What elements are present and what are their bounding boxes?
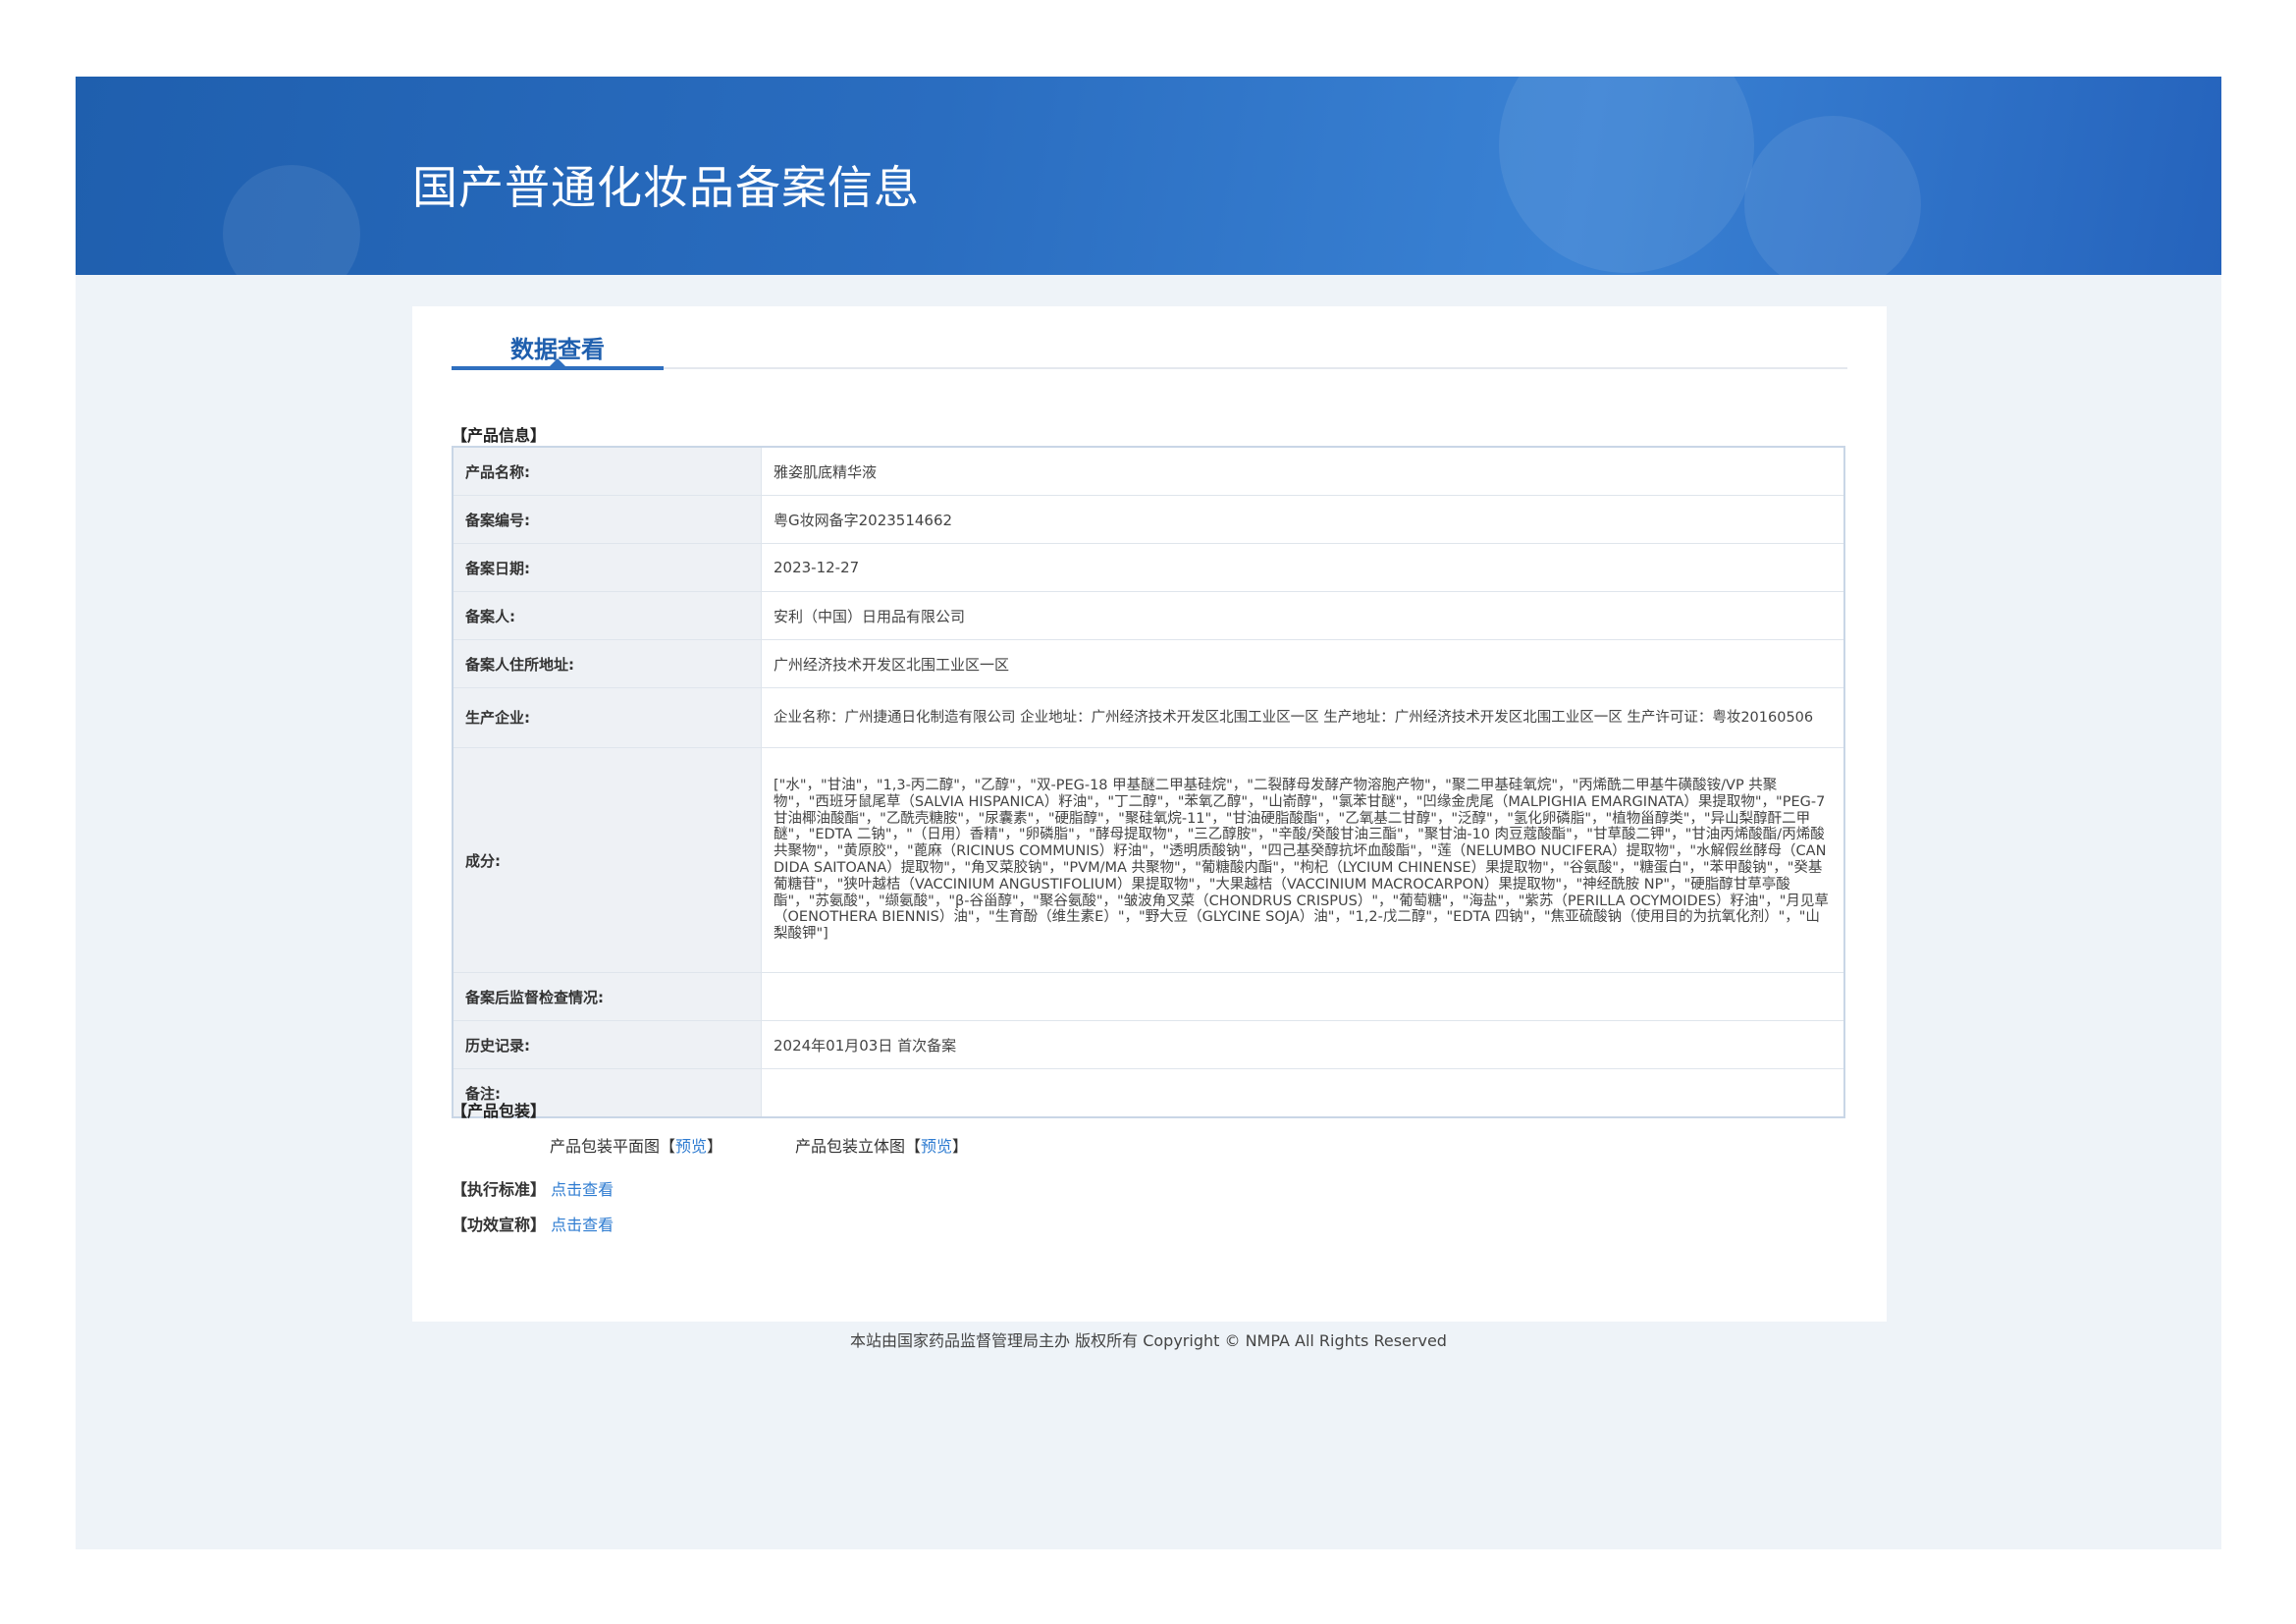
history-value: 2024年01月03日 首次备案 (761, 1020, 1845, 1069)
filing-number-value: 粤G妆网备字2023514662 (761, 495, 1845, 544)
bracket-open: 【 (660, 1137, 676, 1156)
standard-row: 【执行标准】 点击查看 (452, 1176, 614, 1200)
claims-view-link[interactable]: 点击查看 (551, 1216, 614, 1234)
page-title: 国产普通化妆品备案信息 (412, 161, 920, 214)
header-banner: 国产普通化妆品备案信息 (76, 77, 2221, 275)
table-row: 备注: (452, 1068, 1845, 1118)
row-label: 产品名称: (452, 446, 762, 496)
packaging-solid-label: 产品包装立体图 (795, 1137, 906, 1156)
active-tab-indicator (452, 366, 664, 370)
manufacturer-value: 企业名称：广州捷通日化制造有限公司 企业地址：广州经济技术开发区北围工业区一区 … (761, 687, 1845, 748)
registrant-address-value: 广州经济技术开发区北围工业区一区 (761, 639, 1845, 688)
preview-flat-link[interactable]: 预览 (675, 1137, 707, 1156)
table-row: 备案日期: 2023-12-27 (452, 543, 1845, 592)
content-panel: 数据查看 【产品信息】 产品名称: 雅姿肌底精华液 备案编号: 粤G妆网备字20… (412, 306, 1887, 1322)
registrant-value: 安利（中国）日用品有限公司 (761, 591, 1845, 640)
row-label: 备案编号: (452, 495, 762, 544)
table-row: 备案后监督检查情况: (452, 972, 1845, 1021)
row-label: 成分: (452, 747, 762, 973)
preview-solid-link[interactable]: 预览 (921, 1137, 952, 1156)
claims-row: 【功效宣称】 点击查看 (452, 1212, 614, 1235)
banner-decoration (223, 165, 360, 275)
row-label: 备案人: (452, 591, 762, 640)
remarks-value (761, 1068, 1845, 1118)
packaging-solid-item: 产品包装立体图【预览】 (795, 1133, 968, 1157)
row-label: 生产企业: (452, 687, 762, 748)
table-row: 备案编号: 粤G妆网备字2023514662 (452, 495, 1845, 544)
table-row: 历史记录: 2024年01月03日 首次备案 (452, 1020, 1845, 1069)
product-info-table: 产品名称: 雅姿肌底精华液 备案编号: 粤G妆网备字2023514662 备案日… (452, 446, 1845, 1118)
banner-decoration (1499, 77, 1754, 273)
product-name-value: 雅姿肌底精华液 (761, 446, 1845, 496)
row-label: 备案日期: (452, 543, 762, 592)
bracket-close: 】 (707, 1137, 723, 1156)
table-row: 产品名称: 雅姿肌底精华液 (452, 446, 1845, 496)
row-label: 备案人住所地址: (452, 639, 762, 688)
table-row: 生产企业: 企业名称：广州捷通日化制造有限公司 企业地址：广州经济技术开发区北围… (452, 687, 1845, 748)
product-info-label: 【产品信息】 (452, 426, 547, 445)
bracket-open: 【 (905, 1137, 922, 1156)
banner-decoration (1744, 116, 1921, 275)
row-label: 备案后监督检查情况: (452, 972, 762, 1021)
table-row: 备案人住所地址: 广州经济技术开发区北围工业区一区 (452, 639, 1845, 688)
packaging-label: 【产品包装】 (452, 1102, 547, 1120)
claims-label: 【功效宣称】 (452, 1216, 547, 1234)
filing-date-value: 2023-12-27 (761, 543, 1845, 592)
table-row: 成分: ["水"，"甘油"，"1,3-丙二醇"，"乙醇"，"双-PEG-18 甲… (452, 747, 1845, 973)
tab-bar: 数据查看 (452, 336, 1847, 370)
ingredients-value: ["水"，"甘油"，"1,3-丙二醇"，"乙醇"，"双-PEG-18 甲基醚二甲… (761, 747, 1845, 973)
row-label: 历史记录: (452, 1020, 762, 1069)
page-frame: 国产普通化妆品备案信息 数据查看 【产品信息】 产品名称: 雅姿肌底精华液 备案… (76, 77, 2221, 1549)
standard-label: 【执行标准】 (452, 1180, 547, 1199)
footer-copyright: 本站由国家药品监督管理局主办 版权所有 Copyright © NMPA All… (850, 1331, 1447, 1350)
inspection-status-value (761, 972, 1845, 1021)
standard-view-link[interactable]: 点击查看 (551, 1180, 614, 1199)
caret-up-icon (550, 358, 565, 366)
table-row: 备案人: 安利（中国）日用品有限公司 (452, 591, 1845, 640)
bracket-close: 】 (952, 1137, 969, 1156)
packaging-flat-item: 产品包装平面图【预览】 (550, 1133, 722, 1157)
packaging-flat-label: 产品包装平面图 (550, 1137, 661, 1156)
